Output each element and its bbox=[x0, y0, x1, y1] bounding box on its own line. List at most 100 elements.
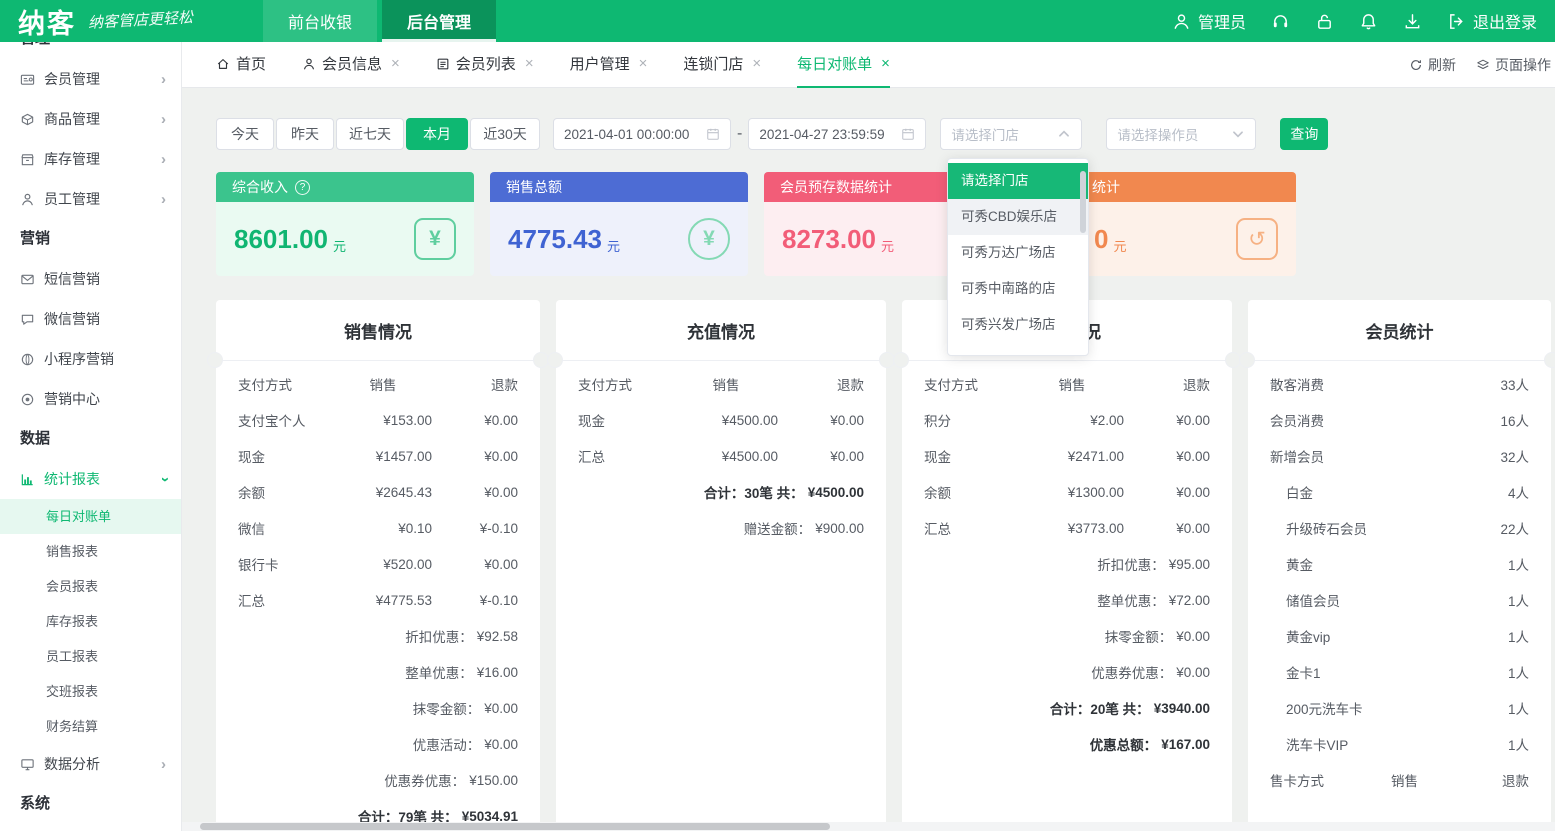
dropdown-scrollbar[interactable] bbox=[1080, 171, 1086, 233]
horizontal-scrollbar[interactable] bbox=[182, 822, 1555, 831]
col-header: 售卡方式 bbox=[1270, 770, 1366, 790]
divider bbox=[1248, 360, 1551, 361]
tab-daily-reconciliation[interactable]: 每日对账单 × bbox=[797, 42, 890, 88]
summary-row: 折扣优惠： ¥92.58 bbox=[238, 618, 518, 654]
sidebar-item-wechat-marketing[interactable]: 微信营销 bbox=[0, 299, 181, 339]
report-panels: 销售情况 支付方式 销售 退款 支付宝个人 ¥ bbox=[216, 300, 1555, 831]
notifications-button[interactable] bbox=[1359, 12, 1378, 31]
close-icon[interactable]: × bbox=[525, 56, 534, 71]
dropdown-option-store[interactable]: 可秀万达广场店 bbox=[948, 235, 1088, 271]
sidebar-item-miniprogram-marketing[interactable]: 小程序营销 bbox=[0, 339, 181, 379]
summary-row: 抹零金额： ¥0.00 bbox=[238, 690, 518, 726]
tab-member-list[interactable]: 会员列表 × bbox=[436, 42, 534, 88]
panel-member-stats: 会员统计 散客消费 33人 会员消费 16人 bbox=[1248, 300, 1551, 831]
tab-label: 会员信息 bbox=[322, 53, 382, 74]
close-icon[interactable]: × bbox=[391, 56, 400, 71]
dropdown-option-placeholder[interactable]: 请选择门店 bbox=[948, 163, 1088, 199]
sidebar-item-stock-mgmt[interactable]: 库存管理 › bbox=[0, 139, 181, 179]
stat-row: 升级砖石会员 22人 bbox=[1270, 510, 1529, 546]
end-date-value: 2021-04-27 23:59:59 bbox=[759, 127, 884, 142]
notch-left bbox=[207, 352, 223, 368]
dropdown-option-store[interactable]: 可秀中南路的店 bbox=[948, 271, 1088, 307]
tab-member-info[interactable]: 会员信息 × bbox=[302, 42, 400, 88]
nav-front-cashier[interactable]: 前台收银 bbox=[263, 0, 377, 42]
sidebar-item-staff-mgmt[interactable]: 员工管理 › bbox=[0, 179, 181, 219]
tab-user-mgmt[interactable]: 用户管理 × bbox=[570, 42, 648, 88]
list-icon bbox=[436, 57, 450, 71]
quick-last30days-button[interactable]: 近30天 bbox=[470, 118, 540, 150]
refresh-button[interactable]: 刷新 bbox=[1409, 55, 1456, 75]
table-header: 售卡方式 销售 退款 bbox=[1270, 762, 1529, 798]
stat-row: 白金 4人 bbox=[1270, 474, 1529, 510]
table-row: 汇总 ¥4775.53 ¥-0.10 bbox=[238, 582, 518, 618]
panel-sales: 销售情况 支付方式 销售 退款 支付宝个人 ¥ bbox=[216, 300, 540, 831]
caret-down-icon bbox=[1231, 127, 1245, 141]
summary-row: 抹零金额： ¥0.00 bbox=[924, 618, 1210, 654]
close-icon[interactable]: × bbox=[639, 56, 648, 71]
table-header: 支付方式 销售 退款 bbox=[238, 366, 518, 402]
table-row: 现金 ¥2471.00 ¥0.00 bbox=[924, 438, 1210, 474]
admin-user-label: 管理员 bbox=[1198, 9, 1246, 33]
col-header: 销售 bbox=[1020, 374, 1124, 394]
table-header: 支付方式 销售 退款 bbox=[578, 366, 864, 402]
sidebar-item-member-mgmt[interactable]: 会员管理 › bbox=[0, 59, 181, 99]
start-date-input[interactable]: 2021-04-01 00:00:00 bbox=[553, 118, 731, 150]
start-date-value: 2021-04-01 00:00:00 bbox=[564, 127, 689, 142]
clipboard-yen-icon: ¥ bbox=[414, 218, 456, 260]
search-button[interactable]: 查询 bbox=[1280, 118, 1328, 150]
scrollbar-thumb[interactable] bbox=[200, 823, 830, 830]
sidebar-item-shift-report[interactable]: 交班报表 bbox=[0, 674, 181, 709]
logout-button[interactable]: 退出登录 bbox=[1447, 9, 1537, 33]
page-operations-button[interactable]: 页面操作 bbox=[1476, 55, 1551, 75]
dropdown-option-store[interactable]: 可秀兴发广场店 bbox=[948, 307, 1088, 343]
tab-chain-stores[interactable]: 连锁门店 × bbox=[683, 42, 761, 88]
sidebar-item-goods-mgmt[interactable]: 商品管理 › bbox=[0, 99, 181, 139]
sidebar-item-stock-report[interactable]: 库存报表 bbox=[0, 604, 181, 639]
quick-last7days-button[interactable]: 近七天 bbox=[336, 118, 404, 150]
close-icon[interactable]: × bbox=[752, 56, 761, 71]
lock-button[interactable] bbox=[1315, 12, 1334, 31]
summary-row: 优惠活动： ¥0.00 bbox=[238, 726, 518, 762]
filter-bar: 今天 昨天 近七天 本月 近30天 2021-04-01 00:00:00 - … bbox=[216, 118, 1555, 150]
sidebar-section-system: 系统 bbox=[0, 784, 181, 824]
admin-user[interactable]: 管理员 bbox=[1172, 9, 1246, 33]
table-row: 余额 ¥2645.43 ¥0.00 bbox=[238, 474, 518, 510]
sidebar-item-staff-report[interactable]: 员工报表 bbox=[0, 639, 181, 674]
sidebar-item-sales-report[interactable]: 销售报表 bbox=[0, 534, 181, 569]
sidebar-item-data-analysis[interactable]: 数据分析 › bbox=[0, 744, 181, 784]
operator-select-placeholder: 请选择操作员 bbox=[1117, 124, 1198, 144]
store-select[interactable]: 请选择门店 bbox=[940, 118, 1082, 150]
col-header: 销售 bbox=[674, 374, 778, 394]
tab-actions: 刷新 页面操作 bbox=[1409, 55, 1555, 75]
end-date-input[interactable]: 2021-04-27 23:59:59 bbox=[748, 118, 926, 150]
sidebar-item-sms-marketing[interactable]: 短信营销 bbox=[0, 259, 181, 299]
summary-row: 整单优惠： ¥72.00 bbox=[924, 582, 1210, 618]
table-row: 汇总 ¥4500.00 ¥0.00 bbox=[578, 438, 864, 474]
dropdown-option-store[interactable]: 可秀CBD娱乐店 bbox=[948, 199, 1088, 235]
tab-home[interactable]: 首页 bbox=[216, 42, 266, 88]
sidebar-item-member-report[interactable]: 会员报表 bbox=[0, 569, 181, 604]
nav-backend-admin[interactable]: 后台管理 bbox=[382, 0, 496, 42]
close-icon[interactable]: × bbox=[881, 56, 890, 71]
operator-select[interactable]: 请选择操作员 bbox=[1106, 118, 1256, 150]
col-header: 退款 bbox=[432, 374, 518, 394]
brand: 纳客 纳客管店更轻松 bbox=[18, 0, 193, 42]
sidebar-item-report-stats[interactable]: 统计报表 › bbox=[0, 459, 181, 499]
download-button[interactable] bbox=[1403, 12, 1422, 31]
table-row: 银行卡 ¥520.00 ¥0.00 bbox=[238, 546, 518, 582]
summary-total-row: 合计：30笔 共： ¥4500.00 bbox=[578, 474, 864, 510]
summary-row: 整单优惠： ¥16.00 bbox=[238, 654, 518, 690]
store-dropdown: 请选择门店 可秀CBD娱乐店 可秀万达广场店 可秀中南路的店 可秀兴发广场店 bbox=[947, 158, 1089, 356]
content-area: 今天 昨天 近七天 本月 近30天 2021-04-01 00:00:00 - … bbox=[182, 88, 1555, 831]
support-button[interactable] bbox=[1271, 12, 1290, 31]
card-unit: 元 bbox=[607, 236, 620, 255]
quick-yesterday-button[interactable]: 昨天 bbox=[276, 118, 334, 150]
sidebar-item-marketing-center[interactable]: 营销中心 bbox=[0, 379, 181, 419]
quick-this-month-button[interactable]: 本月 bbox=[406, 118, 468, 150]
table-header: 支付方式 销售 退款 bbox=[924, 366, 1210, 402]
sidebar-item-finance-settlement[interactable]: 财务结算 bbox=[0, 709, 181, 744]
sidebar-item-daily-reconciliation[interactable]: 每日对账单 bbox=[0, 499, 181, 534]
headset-icon bbox=[1271, 12, 1290, 31]
help-icon[interactable]: ? bbox=[295, 180, 310, 195]
quick-today-button[interactable]: 今天 bbox=[216, 118, 274, 150]
